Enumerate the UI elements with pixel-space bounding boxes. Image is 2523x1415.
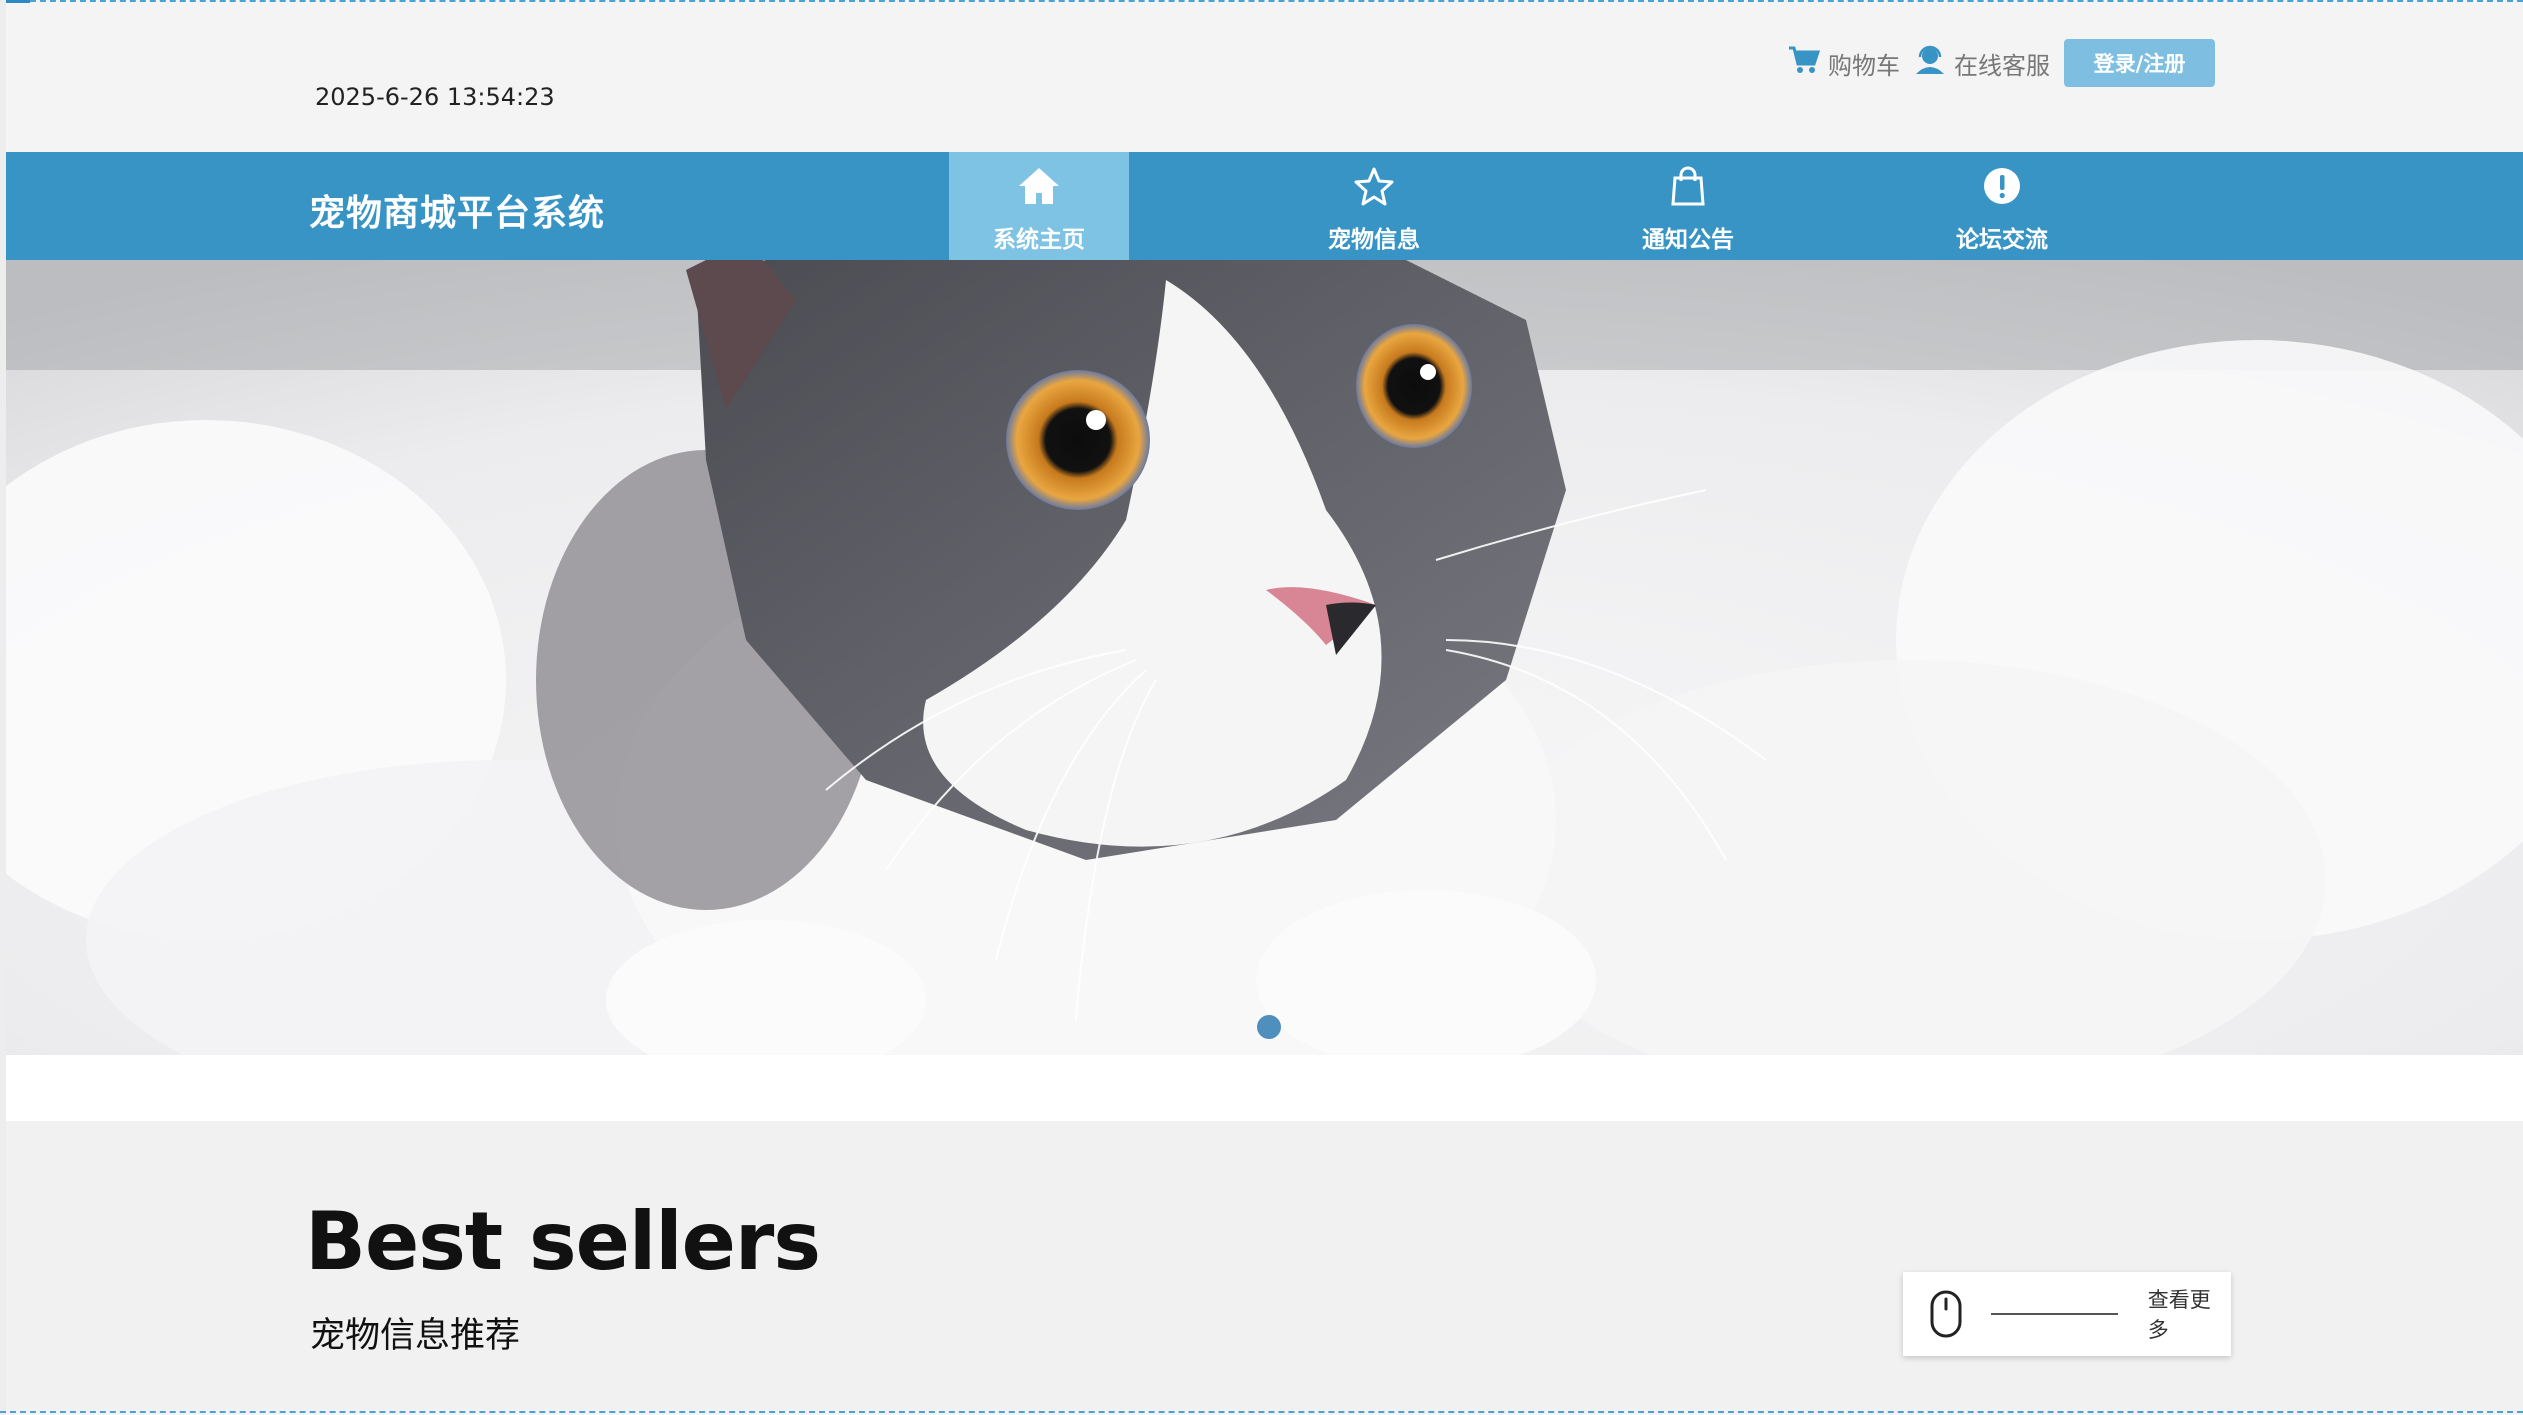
cart-icon	[1788, 45, 1828, 81]
best-sellers-section: Best sellers 宠物信息推荐 查看更多	[6, 1121, 2523, 1411]
divider-line	[1991, 1313, 2118, 1315]
section-title: Best sellers	[305, 1195, 821, 1288]
online-service-link[interactable]: 在线客服	[1914, 45, 2050, 81]
bottom-border	[0, 1411, 2523, 1414]
view-more-label: 查看更多	[2147, 1288, 2211, 1342]
nav-item-home[interactable]: 系统主页	[949, 152, 1129, 260]
top-links: 购物车 在线客服 登录/注册	[1788, 38, 2215, 88]
cart-link[interactable]: 购物车	[1788, 45, 1900, 81]
service-label: 在线客服	[1954, 51, 2050, 80]
current-datetime: 2025-6-26 13:54:23	[315, 83, 555, 111]
exclamation-circle-icon	[1980, 152, 2024, 220]
kitten-photo	[6, 260, 2523, 1055]
nav-item-label: 宠物信息	[1328, 227, 1420, 253]
nav-item-notice[interactable]: 通知公告	[1598, 152, 1778, 260]
carousel-indicator-dot[interactable]	[1257, 1015, 1281, 1039]
spacer-band	[6, 1055, 2523, 1121]
nav-item-label: 系统主页	[993, 227, 1085, 253]
section-subtitle: 宠物信息推荐	[310, 1316, 521, 1356]
mouse-icon	[1929, 1289, 1963, 1339]
login-register-button[interactable]: 登录/注册	[2064, 39, 2215, 87]
home-icon	[1017, 152, 1061, 220]
nav-item-pet-info[interactable]: 宠物信息	[1284, 152, 1464, 260]
hero-carousel[interactable]	[6, 260, 2523, 1055]
shopping-bag-icon	[1666, 152, 1710, 220]
nav-item-forum[interactable]: 论坛交流	[1912, 152, 2092, 260]
view-more-button[interactable]: 查看更多	[1903, 1272, 2231, 1356]
customer-service-icon	[1914, 45, 1954, 81]
cart-label: 购物车	[1828, 51, 1900, 80]
star-icon	[1352, 152, 1396, 220]
nav-item-label: 论坛交流	[1956, 227, 2048, 253]
nav-item-label: 通知公告	[1642, 227, 1734, 253]
main-navbar: 宠物商城平台系统 系统主页 宠物信息 通知公告 论坛交流	[6, 152, 2523, 260]
site-brand: 宠物商城平台系统	[309, 193, 606, 234]
